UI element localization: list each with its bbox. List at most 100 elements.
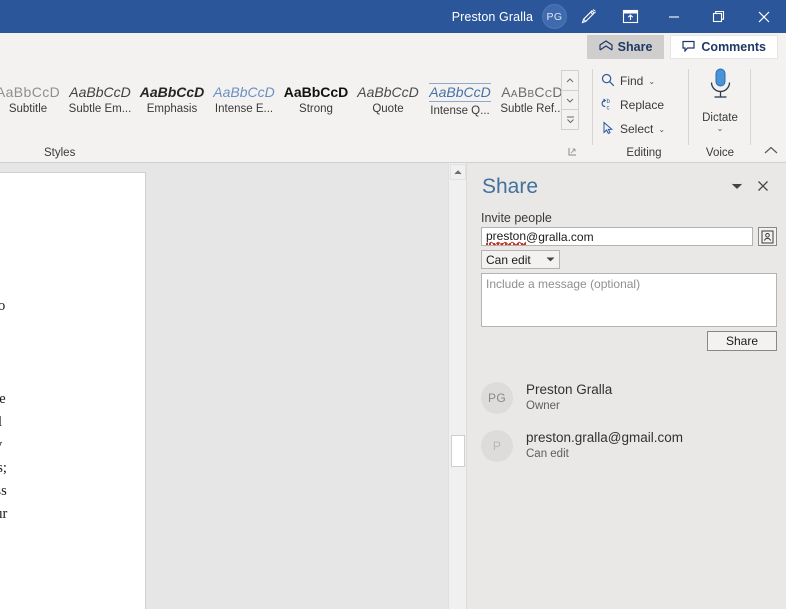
- document-text-fragment: ds;: [0, 460, 7, 476]
- voice-group-label: Voice: [705, 147, 735, 159]
- document-text-fragment: o: [0, 298, 6, 314]
- dictate-button[interactable]: Dictate ⌄: [690, 67, 750, 133]
- share-pane-title: Share: [482, 175, 539, 198]
- minimize-button[interactable]: [651, 0, 696, 33]
- invite-people-row: preston @gralla.com: [481, 227, 777, 246]
- find-label: Find: [620, 74, 644, 88]
- chevron-down-icon[interactable]: ⌄: [658, 125, 665, 134]
- document-text-fragment: l: [0, 414, 3, 430]
- scrollbar-thumb[interactable]: [451, 435, 465, 467]
- chevron-down-icon[interactable]: ⌄: [648, 77, 655, 86]
- account-name: Preston Gralla: [451, 9, 533, 24]
- share-submit-button[interactable]: Share: [707, 331, 777, 351]
- avatar-initials: PG: [488, 391, 506, 405]
- share-button-label: Share: [617, 40, 653, 54]
- list-item[interactable]: PG Preston Gralla Owner: [481, 374, 777, 422]
- styles-dialog-launcher[interactable]: [568, 147, 577, 158]
- document-text-fragment: our: [0, 506, 8, 522]
- styles-gallery-scroll: [561, 70, 579, 130]
- restore-button[interactable]: [696, 0, 741, 33]
- voice-group: Dictate ⌄ Voice: [690, 61, 750, 163]
- person-role: Owner: [526, 399, 560, 412]
- document-canvas: o ne l y ds; ess our: [0, 163, 466, 609]
- style-preview: AaBbCcD: [213, 83, 275, 100]
- style-item-quote[interactable]: AaBbCcD Quote: [352, 70, 424, 130]
- list-item[interactable]: P preston.gralla@gmail.com Can edit: [481, 422, 777, 470]
- style-item-subtle-reference[interactable]: AaBbCcD Subtle Ref...: [496, 70, 568, 130]
- ribbon: AaBbCcD Subtitle AaBbCcD Subtle Em... Aa…: [0, 61, 786, 163]
- replace-label: Replace: [620, 98, 665, 112]
- style-preview: AaBbCcD: [139, 83, 205, 100]
- style-preview: AaBbCcD: [501, 83, 563, 100]
- style-item-subtle-emphasis[interactable]: AaBbCcD Subtle Em...: [64, 70, 136, 130]
- microphone-icon: [705, 67, 735, 110]
- cursor-arrow-icon: [601, 120, 615, 138]
- document-page[interactable]: o ne l y ds; ess our: [0, 172, 146, 609]
- styles-scroll-up-icon[interactable]: [562, 71, 578, 91]
- message-textarea[interactable]: Include a message (optional): [481, 273, 777, 327]
- share-pane-header: Share: [482, 171, 776, 203]
- style-label: Quote: [372, 103, 404, 116]
- share-submit-label: Share: [725, 334, 759, 348]
- style-label: Subtle Em...: [68, 103, 132, 116]
- editing-group: Find ⌄ b c Replace Select ⌄ Editing: [598, 61, 690, 163]
- document-text-fragment: y: [0, 437, 2, 454]
- person-info: preston.gralla@gmail.com Can edit: [526, 430, 683, 462]
- style-item-intense-emphasis[interactable]: AaBbCcD Intense E...: [208, 70, 280, 130]
- style-label: Emphasis: [146, 103, 198, 116]
- pen-icon[interactable]: [567, 0, 609, 33]
- replace-icon: b c: [601, 97, 615, 114]
- style-label: Subtle Ref...: [500, 103, 564, 116]
- styles-gallery[interactable]: AaBbCcD Subtitle AaBbCcD Subtle Em... Aa…: [0, 70, 568, 130]
- style-label: Subtitle: [8, 103, 48, 116]
- style-preview: AaBbCcD: [283, 83, 349, 100]
- find-button[interactable]: Find ⌄: [598, 69, 690, 93]
- styles-scroll-down-icon[interactable]: [562, 91, 578, 111]
- select-button[interactable]: Select ⌄: [598, 117, 690, 141]
- share-icon: [599, 39, 613, 55]
- chevron-down-icon[interactable]: ⌄: [717, 125, 724, 133]
- close-button[interactable]: [741, 0, 786, 33]
- style-label: Intense E...: [214, 103, 274, 116]
- document-vertical-scrollbar[interactable]: [448, 163, 466, 609]
- account-avatar-initials: PG: [546, 10, 563, 23]
- invite-email-input[interactable]: preston @gralla.com: [481, 227, 753, 246]
- document-text-fragment: ess: [0, 483, 7, 499]
- person-info: Preston Gralla Owner: [526, 382, 612, 414]
- document-text-fragment: ne: [0, 391, 6, 407]
- style-item-strong[interactable]: AaBbCcD Strong: [280, 70, 352, 130]
- replace-button[interactable]: b c Replace: [598, 93, 690, 117]
- style-preview: AaBbCcD: [0, 83, 61, 100]
- account-avatar[interactable]: PG: [542, 4, 567, 29]
- comments-button[interactable]: Comments: [670, 35, 778, 59]
- dictate-label: Dictate: [702, 112, 738, 124]
- comment-bubble-icon: [682, 40, 696, 55]
- styles-group: AaBbCcD Subtitle AaBbCcD Subtle Em... Aa…: [0, 61, 585, 163]
- style-item-subtitle[interactable]: AaBbCcD Subtitle: [0, 70, 64, 130]
- ribbon-display-options-icon[interactable]: [609, 0, 651, 33]
- permission-value: Can edit: [486, 252, 531, 267]
- word-window: Preston Gralla PG Share Comments AaBbCcD…: [0, 0, 786, 609]
- styles-more-icon[interactable]: [562, 110, 578, 129]
- comments-button-label: Comments: [701, 40, 766, 54]
- invite-email-misspelled-part: preston: [486, 229, 527, 245]
- share-button[interactable]: Share: [586, 35, 665, 59]
- scroll-up-icon[interactable]: [450, 164, 466, 180]
- collapse-ribbon-button[interactable]: [764, 146, 778, 158]
- close-pane-icon[interactable]: [750, 179, 776, 196]
- select-label: Select: [620, 122, 654, 136]
- pane-options-chevron-icon[interactable]: [724, 182, 750, 193]
- avatar: PG: [481, 382, 513, 414]
- group-divider: [592, 69, 593, 145]
- ribbon-utility-row: Share Comments: [0, 33, 786, 61]
- invite-email-domain-part: @gralla.com: [526, 230, 594, 244]
- avatar-initials: P: [492, 439, 502, 453]
- address-book-icon[interactable]: [758, 227, 777, 246]
- chevron-down-icon: [546, 255, 555, 264]
- style-item-emphasis[interactable]: AaBbCcD Emphasis: [136, 70, 208, 130]
- message-placeholder: Include a message (optional): [486, 277, 641, 291]
- style-item-intense-quote[interactable]: AaBbCcD Intense Q...: [424, 70, 496, 130]
- style-label: Intense Q...: [430, 105, 490, 118]
- styles-group-label: Styles: [44, 147, 76, 159]
- permission-dropdown[interactable]: Can edit: [481, 250, 560, 269]
